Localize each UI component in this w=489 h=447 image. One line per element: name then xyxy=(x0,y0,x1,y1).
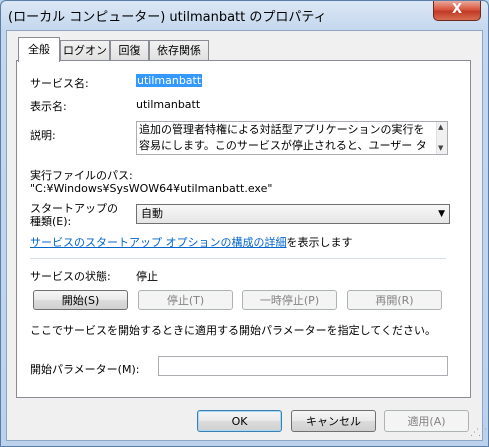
description-box[interactable]: 追加の管理者特権による対話型アプリケーションの実行を容易にします。このサービスが… xyxy=(136,121,448,155)
startup-type-label-line2: 種類(E): xyxy=(30,215,72,228)
startup-type-value: 自動 xyxy=(141,207,163,220)
display-name-label: 表示名: xyxy=(30,100,67,113)
close-icon: X xyxy=(451,2,463,17)
startup-type-label: スタートアップの 種類(E): xyxy=(30,202,118,228)
startup-type-select[interactable]: 自動 ▼ xyxy=(136,204,450,224)
startup-options-help-link[interactable]: サービスのスタートアップ オプションの構成の詳細 xyxy=(30,236,287,249)
tab-logon[interactable]: ログオン xyxy=(60,40,110,61)
separator xyxy=(30,258,446,259)
resume-button[interactable]: 再開(R) xyxy=(347,290,442,310)
display-name-value[interactable]: utilmanbatt xyxy=(136,98,200,111)
ok-button[interactable]: OK xyxy=(197,410,282,432)
resize-grip-icon[interactable]: ⋰⋰ xyxy=(470,428,487,438)
cancel-button[interactable]: キャンセル xyxy=(291,410,376,432)
window-title: (ローカル コンピューター) utilmanbatt のプロパティ xyxy=(8,10,327,25)
start-button[interactable]: 開始(S) xyxy=(33,290,128,310)
service-name-selection: utilmanbatt xyxy=(136,74,203,87)
stop-button[interactable]: 停止(T) xyxy=(138,290,233,310)
start-parameters-input[interactable] xyxy=(158,356,448,376)
description-label: 説明: xyxy=(30,129,56,142)
start-parameters-hint: ここでサービスを開始するときに適用する開始パラメーターを指定してください。 xyxy=(30,324,437,337)
service-name-value[interactable]: utilmanbatt xyxy=(136,74,203,87)
service-status-label: サービスの状態: xyxy=(30,270,111,283)
service-name-label: サービス名: xyxy=(30,77,89,90)
general-tab-panel xyxy=(16,60,471,398)
description-scrollbar[interactable]: ▲ ▼ xyxy=(436,122,447,154)
scroll-up-icon[interactable]: ▲ xyxy=(438,123,443,131)
help-line: サービスのスタートアップ オプションの構成の詳細を表示します xyxy=(30,234,353,250)
service-status-value: 停止 xyxy=(136,270,158,283)
pause-button[interactable]: 一時停止(P) xyxy=(242,290,337,310)
apply-button[interactable]: 適用(A) xyxy=(384,410,469,432)
tab-general[interactable]: 全般 xyxy=(18,37,60,62)
executable-path-value: "C:¥Windows¥SysWOW64¥utilmanbatt.exe" xyxy=(30,182,273,195)
tab-dependencies[interactable]: 依存関係 xyxy=(149,40,209,61)
start-parameters-label: 開始パラメーター(M): xyxy=(30,363,140,376)
executable-path-label: 実行ファイルのパス: xyxy=(30,169,133,182)
scroll-down-icon[interactable]: ▼ xyxy=(438,144,443,152)
help-suffix: を表示します xyxy=(286,236,353,249)
startup-type-label-line1: スタートアップの xyxy=(30,202,118,215)
close-button[interactable]: X xyxy=(433,1,481,21)
description-text: 追加の管理者特権による対話型アプリケーションの実行を容易にします。このサービスが… xyxy=(139,123,427,152)
chevron-down-icon: ▼ xyxy=(438,209,445,219)
tab-recovery[interactable]: 回復 xyxy=(110,40,149,61)
